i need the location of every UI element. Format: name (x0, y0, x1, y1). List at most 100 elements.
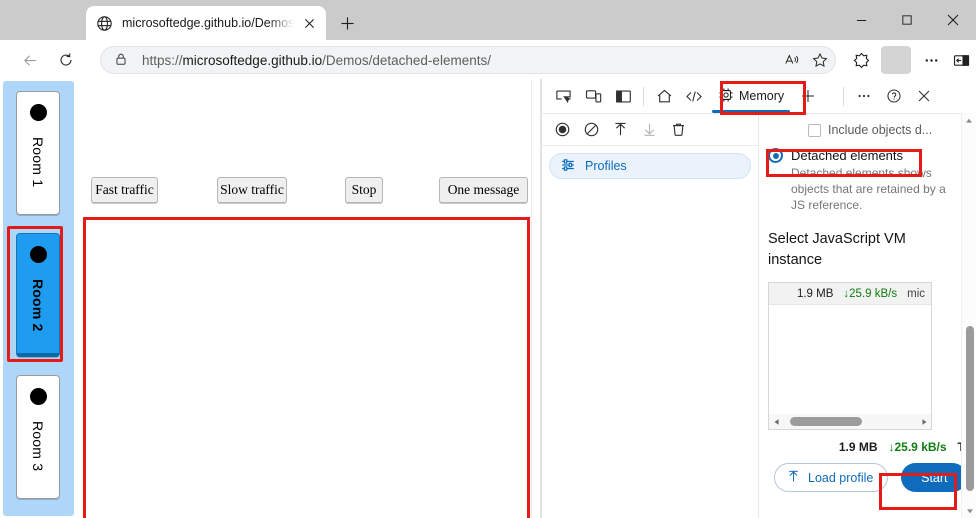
upload-icon[interactable] (607, 116, 634, 143)
room-dot-icon (30, 104, 47, 121)
sidebar-item-profiles-label: Profiles (585, 159, 627, 173)
url-path: /Demos/detached-elements/ (322, 53, 491, 68)
vm-scrollbar-track[interactable] (784, 414, 916, 429)
devtools-vertical-scrollbar[interactable] (961, 113, 976, 518)
window-close-icon[interactable] (930, 0, 976, 40)
scroll-down-icon[interactable] (962, 503, 976, 518)
room-button-1[interactable]: Room 1 (16, 91, 60, 215)
add-tool-icon[interactable] (793, 81, 823, 111)
clear-icon[interactable] (578, 116, 605, 143)
fast-traffic-button[interactable]: Fast traffic (91, 177, 158, 203)
window-controls (838, 0, 976, 40)
sliders-icon (560, 157, 576, 176)
tab-memory-label: Memory (739, 89, 784, 103)
ellipsis-icon[interactable] (916, 46, 946, 74)
room-dot-icon (30, 246, 47, 263)
upload-icon (786, 469, 801, 487)
devtools-scrollbar-thumb[interactable] (966, 326, 974, 491)
inspect-icon[interactable] (548, 81, 578, 111)
include-objects-row[interactable]: Include objects d... (760, 114, 976, 137)
globe-icon (96, 15, 113, 32)
code-icon[interactable] (679, 81, 709, 111)
scroll-up-icon[interactable] (962, 113, 976, 128)
toolbar-right (846, 46, 976, 74)
vm-rate: ↓25.9 kB/s (843, 288, 897, 300)
web-page-content: Room 1 Room 2 Room 3 Fast traffic Slow t… (0, 79, 540, 518)
help-icon[interactable] (879, 81, 909, 111)
vm-horizontal-scrollbar[interactable] (769, 414, 931, 429)
load-profile-button[interactable]: Load profile (774, 463, 888, 492)
memory-sidebar: Profiles (542, 114, 759, 518)
reload-icon[interactable] (52, 46, 80, 74)
url-text: https://microsoftedge.github.io/Demos/de… (142, 53, 779, 68)
memory-options-pane: Include objects d... Detached elements D… (760, 114, 976, 518)
devtools-close-icon[interactable] (909, 81, 939, 111)
detached-elements-radio[interactable] (768, 148, 783, 163)
include-objects-label: Include objects d... (828, 123, 932, 137)
memory-sub-toolbar (542, 114, 758, 146)
split-screen-icon[interactable] (946, 46, 976, 74)
room-label: Room 2 (30, 279, 46, 332)
tab-close-icon[interactable] (296, 10, 322, 36)
star-icon[interactable] (807, 47, 833, 73)
load-profile-label: Load profile (808, 471, 873, 485)
memory-chip-icon (718, 87, 734, 106)
room-button-3[interactable]: Room 3 (16, 375, 60, 499)
toolbar-divider (881, 46, 911, 74)
message-list-area (83, 217, 530, 518)
maximize-icon[interactable] (884, 0, 930, 40)
vm-scrollbar-thumb[interactable] (790, 417, 862, 426)
summary-size: 1.9 MB (839, 440, 878, 454)
scroll-left-icon[interactable] (769, 418, 784, 426)
lock-icon (114, 52, 130, 68)
home-icon[interactable] (649, 81, 679, 111)
memory-actions: Load profile Start (760, 454, 976, 492)
tab-title: microsoftedge.github.io/Demos/d (122, 16, 296, 30)
rooms-rail: Room 1 Room 2 Room 3 (3, 81, 74, 516)
device-toolbar-icon[interactable] (578, 81, 608, 111)
devtools-tab-bar: Memory (542, 79, 976, 114)
room-button-2[interactable]: Room 2 (16, 233, 60, 357)
page-scrollbar[interactable] (531, 79, 540, 518)
vm-section-title: Select JavaScript VM instance (760, 213, 976, 271)
vm-list-header-row: 1.9 MB ↓25.9 kB/s mic (769, 283, 931, 305)
new-tab-button[interactable] (333, 9, 361, 37)
devtools-panel: Memory (542, 79, 976, 518)
include-objects-checkbox[interactable] (808, 124, 821, 137)
detached-elements-radio-row[interactable]: Detached elements (760, 137, 976, 163)
back-arrow-icon[interactable] (16, 46, 44, 74)
room-dot-icon (30, 388, 47, 405)
vm-name: mic (907, 288, 925, 300)
record-icon[interactable] (549, 116, 576, 143)
devtools-body: Profiles Include objects d... Detached e… (542, 114, 976, 518)
trash-icon[interactable] (665, 116, 692, 143)
room-label: Room 1 (30, 137, 46, 187)
start-button[interactable]: Start (901, 463, 967, 492)
devtools-ellipsis-icon[interactable] (849, 81, 879, 111)
navigation-bar: https://microsoftedge.github.io/Demos/de… (0, 40, 976, 79)
one-message-button[interactable]: One message (439, 177, 528, 203)
vm-size: 1.9 MB (797, 288, 833, 300)
room-label: Room 3 (30, 421, 46, 471)
tabbar-divider-2 (843, 87, 844, 106)
vm-summary-row: 1.9 MB ↓25.9 kB/s Totą (760, 430, 976, 454)
sidebar-item-profiles[interactable]: Profiles (549, 153, 751, 179)
detached-elements-description: Detached elements shows objects that are… (760, 163, 976, 213)
url-scheme: https:// (142, 53, 183, 68)
browser-window: microsoftedge.github.io/Demos/d (0, 0, 976, 518)
slow-traffic-button[interactable]: Slow traffic (217, 177, 287, 203)
tab-memory[interactable]: Memory (709, 80, 793, 113)
scroll-right-icon[interactable] (916, 418, 931, 426)
dock-side-icon[interactable] (608, 81, 638, 111)
minimize-icon[interactable] (838, 0, 884, 40)
stop-button[interactable]: Stop (345, 177, 383, 203)
address-bar[interactable]: https://microsoftedge.github.io/Demos/de… (100, 46, 836, 74)
tabbar-divider (643, 87, 644, 106)
read-aloud-icon[interactable] (779, 47, 805, 73)
vm-instance-list[interactable]: 1.9 MB ↓25.9 kB/s mic (768, 282, 932, 430)
browser-tab[interactable]: microsoftedge.github.io/Demos/d (86, 6, 326, 40)
title-bar: microsoftedge.github.io/Demos/d (0, 0, 976, 40)
download-icon (636, 116, 663, 143)
detached-elements-label: Detached elements (791, 148, 903, 163)
collections-icon[interactable] (846, 46, 876, 74)
